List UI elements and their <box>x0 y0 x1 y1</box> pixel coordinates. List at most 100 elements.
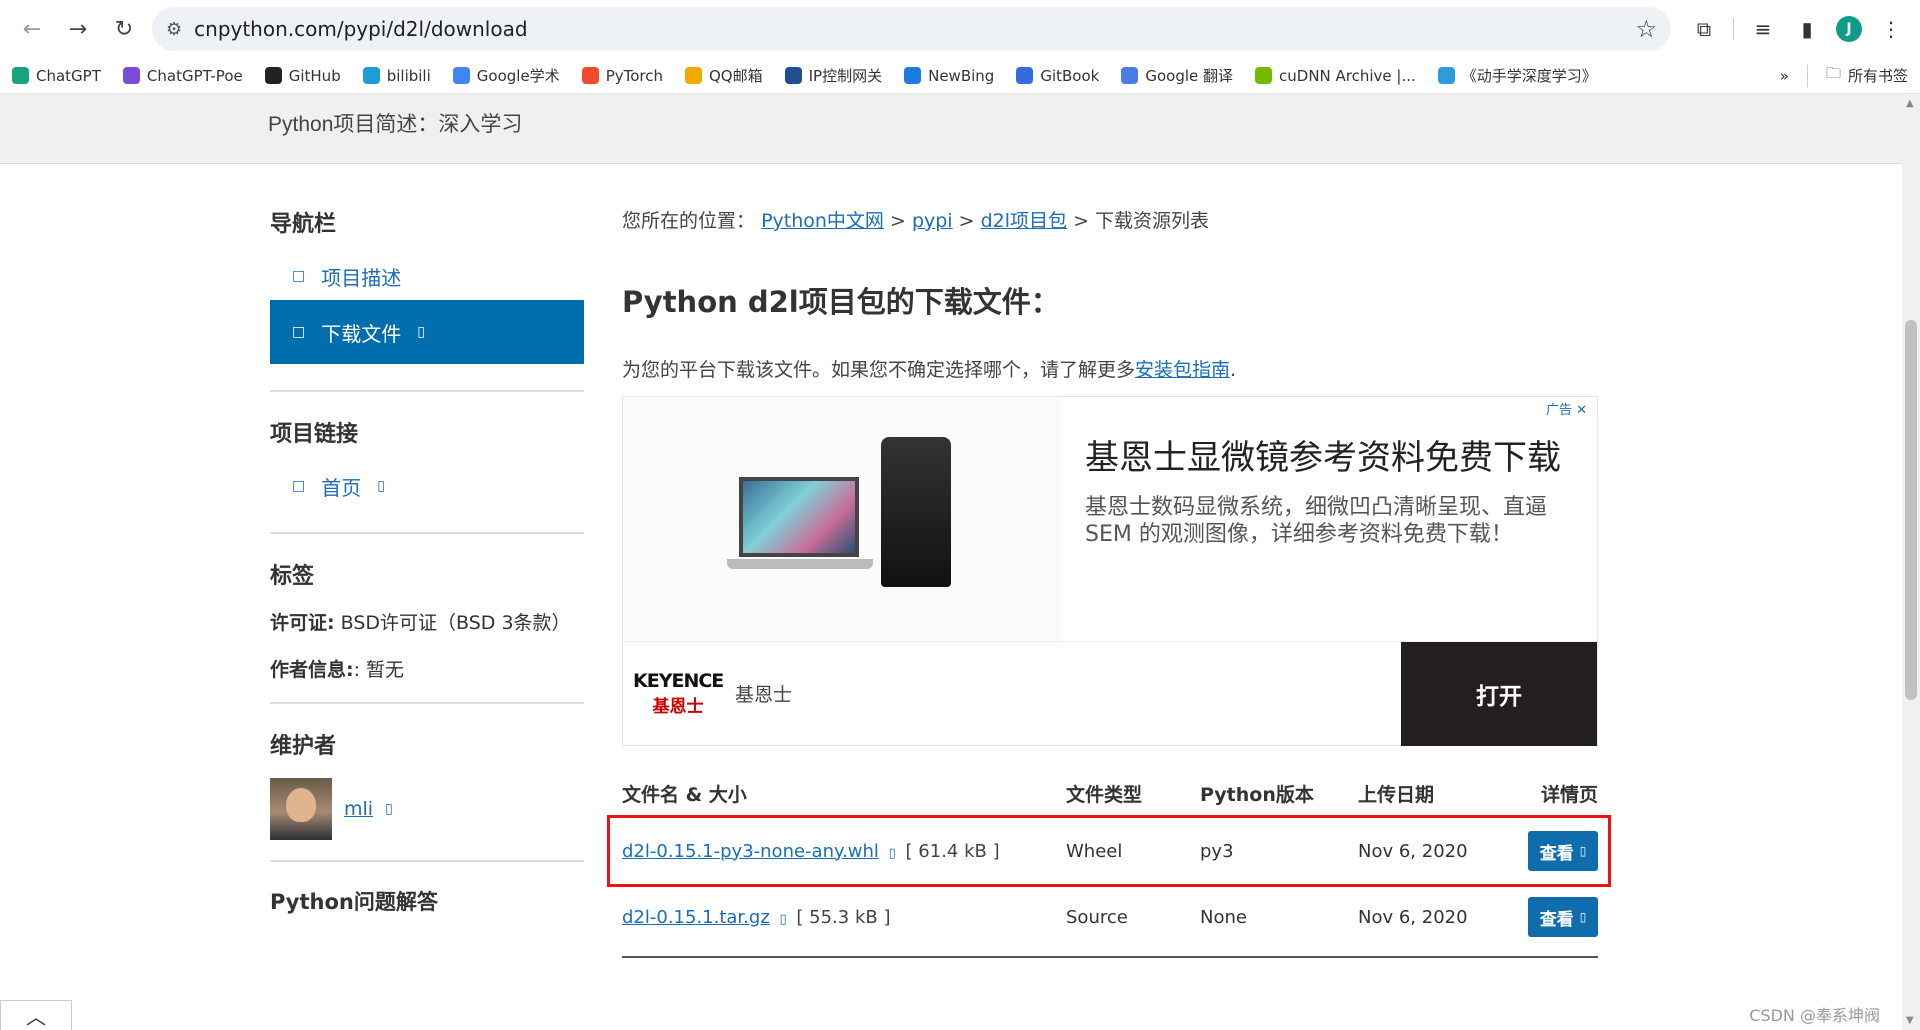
bookmark-label: IP控制网关 <box>808 67 883 85</box>
external-link-icon: ▯ <box>417 324 425 340</box>
sidebar-item-label: 下载文件 <box>321 321 402 346</box>
main-content: 您所在的位置： Python中文网 > pypi > d2l项目包 > 下载资源… <box>607 206 1611 958</box>
bookmark-label: ChatGPT-Poe <box>146 66 243 85</box>
sidebar-divider <box>270 702 584 704</box>
breadcrumb-link-pypi[interactable]: pypi <box>912 210 953 232</box>
sidebar-item-download[interactable]: □ 下载文件 ▯ <box>270 300 584 364</box>
python-version: None <box>1200 906 1247 928</box>
profile-avatar[interactable]: J <box>1836 16 1862 42</box>
google-scholar-icon <box>452 67 470 84</box>
qqmail-icon <box>685 67 702 84</box>
install-guide-link[interactable]: 安装包指南 <box>1135 359 1230 381</box>
address-bar[interactable]: ⚙ cnpython.com/pypi/d2l/download ☆ <box>152 7 1671 51</box>
bookmark-item[interactable]: 《动手学深度学习》 <box>1437 65 1597 86</box>
nav-heading: 导航栏 <box>270 212 337 237</box>
bookmark-item[interactable]: Google 翻译 <box>1121 65 1233 86</box>
bookmark-item[interactable]: IP控制网关 <box>784 65 883 86</box>
google-translate-icon <box>1121 67 1139 84</box>
ad-title[interactable]: 基恩士显微镜参考资料免费下载 <box>1085 437 1567 480</box>
col-header-date: 上传日期 <box>1358 783 1435 806</box>
chevron-up-icon: ︿ <box>26 1005 46 1029</box>
view-details-button[interactable]: 查看 ▯ <box>1528 831 1598 871</box>
bookmark-item[interactable]: Google学术 <box>452 65 560 86</box>
ad-close-icon[interactable]: ✕ <box>1576 403 1587 418</box>
page-scrollbar[interactable]: ▲ ▼ <box>1902 94 1920 1030</box>
scroll-to-top-button[interactable]: ︿ <box>0 1000 72 1030</box>
external-link-icon: ▯ <box>779 911 787 927</box>
file-cell: d2l-0.15.1.tar.gz ▯ [ 55.3 kB ] <box>622 907 1066 928</box>
all-bookmarks-folder[interactable]: 🗀 所有书签 <box>1826 63 1908 88</box>
watermark: CSDN @奉系坤阀 <box>1749 1006 1880 1025</box>
side-panel-icon[interactable]: ▮ <box>1792 14 1822 44</box>
view-button-label: 查看 <box>1539 909 1574 930</box>
sidebar-item-description[interactable]: □ 项目描述 <box>270 256 584 296</box>
maintainer-avatar[interactable] <box>270 778 332 840</box>
external-link-icon: ▯ <box>377 478 385 494</box>
bookmark-item[interactable]: QQ邮箱 <box>685 65 763 86</box>
scroll-down-arrow-icon[interactable]: ▼ <box>1906 1015 1914 1026</box>
page-viewport: Python项目简述：深入学习 导航栏 □ 项目描述 □ 下载文件 ▯ 项目链接… <box>0 94 1902 1030</box>
sidebar-item-homepage[interactable]: □ 首页 ▯ <box>270 466 584 506</box>
bookmark-item[interactable]: GitHub <box>264 66 341 85</box>
forward-button[interactable]: → <box>60 11 96 47</box>
upload-date: Nov 6, 2020 <box>1358 906 1468 928</box>
file-size: [ 61.4 kB ] <box>905 840 1000 862</box>
media-control-icon[interactable]: ≡ <box>1748 14 1778 44</box>
bilibili-icon <box>362 67 380 84</box>
breadcrumb-separator: > <box>952 210 981 232</box>
sidebar-divider <box>270 532 584 534</box>
bookmark-item[interactable]: ChatGPT <box>12 67 101 85</box>
author-value: : 暂无 <box>353 659 405 681</box>
bookmark-item[interactable]: cuDNN Archive |... <box>1255 67 1416 85</box>
maintainer-entry[interactable]: mli ▯ <box>270 778 584 840</box>
menu-kebab-icon[interactable]: ⋮ <box>1876 14 1906 44</box>
view-details-button[interactable]: 查看 ▯ <box>1528 897 1598 937</box>
breadcrumb-link-package[interactable]: d2l项目包 <box>981 210 1067 232</box>
downloads-table: 文件名 & 大小 文件类型 Python版本 上传日期 详情页 d2l-0.15… <box>607 768 1611 958</box>
file-download-link[interactable]: d2l-0.15.1.tar.gz <box>622 907 770 928</box>
page-subtitle: Python项目简述：深入学习 <box>268 113 523 136</box>
bookmark-item[interactable]: GitBook <box>1016 67 1099 85</box>
file-download-link[interactable]: d2l-0.15.1-py3-none-any.whl <box>622 841 879 862</box>
ad-label[interactable]: 广告 ✕ <box>1546 399 1587 418</box>
ip-gateway-icon <box>784 67 802 84</box>
folder-icon: 🗀 <box>1825 64 1841 82</box>
breadcrumb-separator: > <box>883 210 912 232</box>
chatgpt-icon <box>12 67 29 84</box>
maintainer-name-link[interactable]: mli <box>344 798 373 820</box>
ad-monitor-shape <box>739 477 859 557</box>
reload-button[interactable]: ↻ <box>106 11 142 47</box>
more-bookmarks-icon[interactable]: » <box>1780 67 1789 85</box>
bookmark-label: PyTorch <box>605 66 663 85</box>
d2l-icon <box>1437 67 1455 84</box>
bookmark-label: GitHub <box>288 66 341 85</box>
bookmark-label: 《动手学深度学习》 <box>1461 67 1597 85</box>
sidebar-item-label: 首页 <box>321 475 362 500</box>
maintainers-heading: 维护者 <box>270 734 337 759</box>
bookmark-item[interactable]: NewBing <box>904 67 994 85</box>
bookmark-label: cuDNN Archive |... <box>1279 66 1416 85</box>
tags-heading: 标签 <box>270 564 315 589</box>
extensions-icon[interactable]: ⧉ <box>1689 14 1719 44</box>
url-text[interactable]: cnpython.com/pypi/d2l/download <box>194 17 1623 41</box>
sidebar-divider <box>270 860 584 862</box>
bookmark-item[interactable]: ChatGPT-Poe <box>122 66 243 85</box>
bookmark-star-icon[interactable]: ☆ <box>1635 15 1657 43</box>
python-version: py3 <box>1200 840 1234 862</box>
sidebar: 导航栏 □ 项目描述 □ 下载文件 ▯ 项目链接 □ 首页 ▯ 标签 许可证: … <box>270 206 584 934</box>
bookmark-item[interactable]: bilibili <box>362 66 431 85</box>
scrollbar-thumb[interactable] <box>1905 320 1917 700</box>
bookmark-label: NewBing <box>928 66 995 85</box>
ad-product-image[interactable] <box>623 397 1061 641</box>
back-button[interactable]: ← <box>14 11 50 47</box>
ad-open-button[interactable]: 打开 <box>1401 641 1597 746</box>
advertisement[interactable]: 广告 ✕ 基恩士显微镜参考资料免费下载 基恩士数码显微系统，细微凹凸清晰呈现、直… <box>622 396 1598 746</box>
bookmark-label: bilibili <box>386 66 431 85</box>
breadcrumb-link-home[interactable]: Python中文网 <box>761 210 884 232</box>
bookmark-item[interactable]: PyTorch <box>581 66 663 85</box>
site-settings-icon[interactable]: ⚙ <box>166 19 182 40</box>
scroll-up-arrow-icon[interactable]: ▲ <box>1906 98 1914 109</box>
ad-description[interactable]: 基恩士数码显微系统，细微凹凸清晰呈现、直逼SEM 的观测图像，详细参考资料免费下… <box>1085 494 1567 549</box>
breadcrumb-prefix: 您所在的位置： <box>622 210 756 232</box>
ad-logo-cn: 基恩士 <box>652 697 704 717</box>
